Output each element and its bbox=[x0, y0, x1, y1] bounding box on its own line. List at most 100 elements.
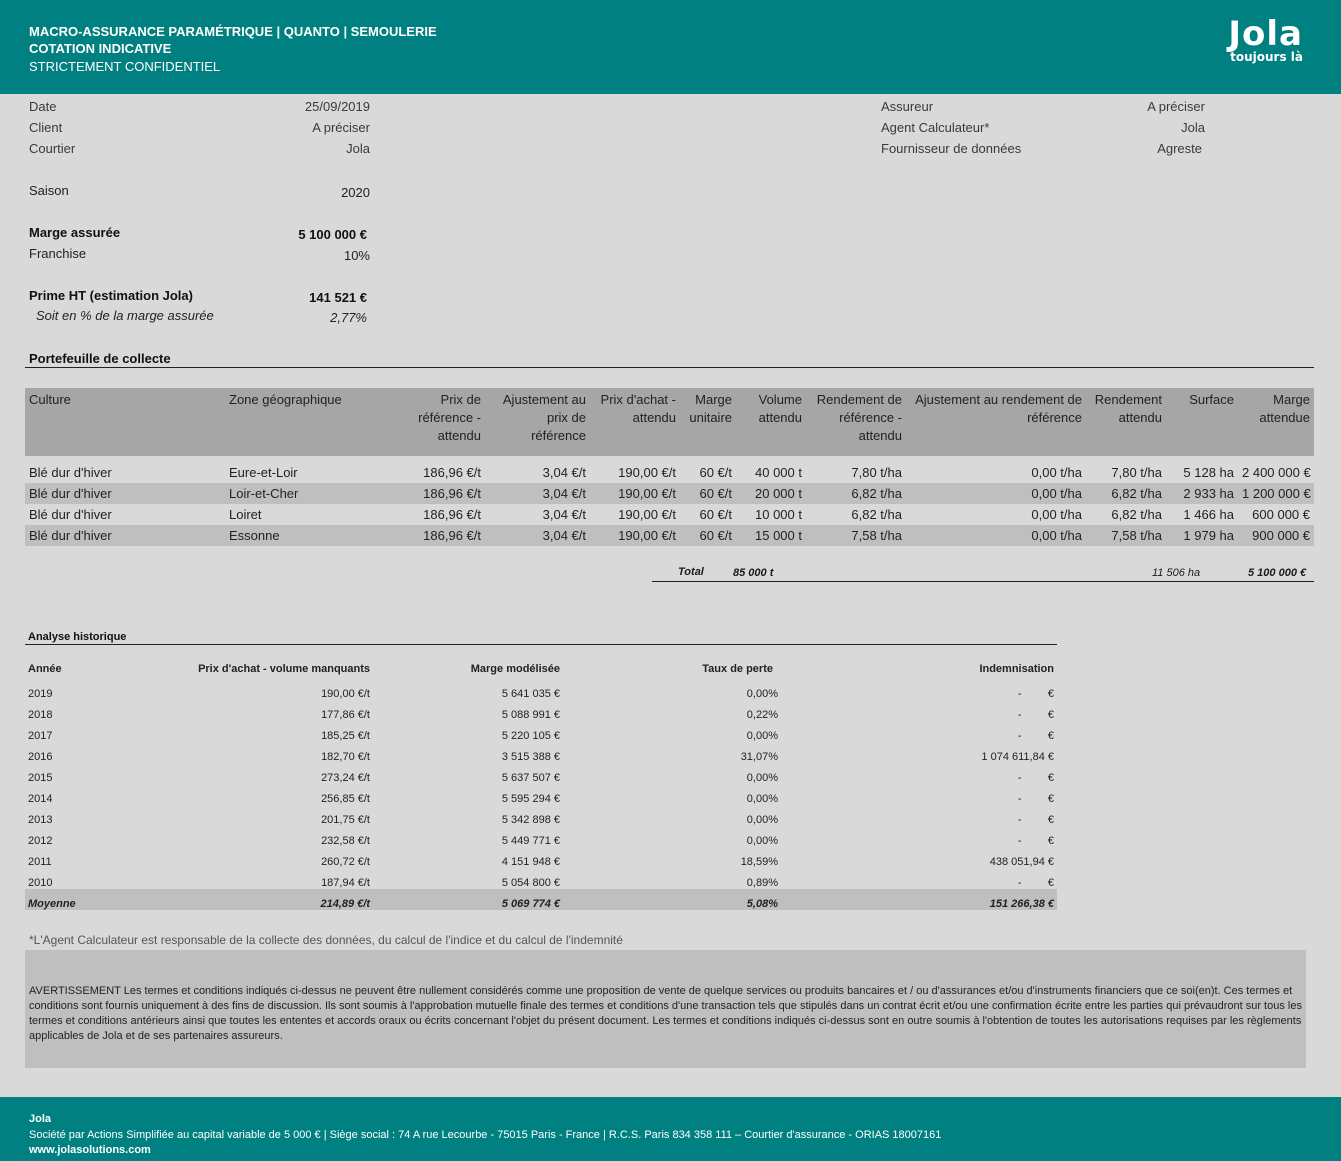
col-indemnisation: Indemnisation bbox=[979, 663, 1054, 675]
cell-indemnisation: 1 074 611,84 € bbox=[781, 742, 1057, 763]
indemnisation-value: - bbox=[1017, 835, 1022, 847]
col-marge-unitaire: Marge unitaire bbox=[680, 388, 736, 456]
cell-prix: 185,25 €/t bbox=[321, 730, 370, 742]
table-row: 2011 260,72 €/t 4 151 948 € 18,59% 438 051,9… bbox=[25, 847, 1057, 868]
currency: € bbox=[1047, 793, 1054, 805]
cell-rendement-attendu: 6,82 t/ha bbox=[1086, 483, 1166, 504]
col-marge-attendue: Marge attendue bbox=[1238, 388, 1314, 456]
cell-taux: 0,00% bbox=[746, 730, 778, 742]
total-rule bbox=[652, 581, 1314, 582]
date-value: 25/09/2019 bbox=[304, 99, 370, 114]
cell-marge-unitaire: 60 €/t bbox=[680, 504, 736, 525]
cell-prix-reference: 186,96 €/t bbox=[385, 462, 485, 483]
cell-volume: 15 000 t bbox=[736, 525, 806, 546]
cell-taux: 0,00% bbox=[746, 688, 778, 700]
portfolio-title: Portefeuille de collecte bbox=[29, 351, 171, 366]
indemnisation-value: - bbox=[1017, 730, 1022, 742]
prime-pct-value: 2,77% bbox=[330, 310, 367, 325]
cell-marge: 5 449 771 € bbox=[501, 835, 560, 847]
indemnisation-value: - bbox=[1017, 877, 1022, 889]
cell-marge-attendue: 1 200 000 € bbox=[1238, 483, 1314, 504]
footer-legal: Société par Actions Simplifiée au capita… bbox=[29, 1129, 942, 1141]
currency: € bbox=[1047, 877, 1054, 889]
cell-taux: 0,00% bbox=[746, 772, 778, 784]
cell-prix: 201,75 €/t bbox=[321, 814, 370, 826]
fournisseur-value: Agreste bbox=[1157, 141, 1202, 156]
indemnisation-value: - bbox=[1017, 709, 1022, 721]
cell-zone: Essonne bbox=[225, 525, 385, 546]
cell-annee: 2019 bbox=[28, 688, 53, 700]
cell-taux: 18,59% bbox=[740, 856, 778, 868]
courtier-label: Courtier bbox=[29, 141, 76, 156]
col-surface: Surface bbox=[1166, 388, 1238, 456]
cell-culture: Blé dur d'hiver bbox=[25, 504, 225, 525]
table-row: 2014 256,85 €/t 5 595 294 €0,00% - € bbox=[25, 784, 1057, 805]
cell-annee: 2010 bbox=[28, 877, 53, 889]
footer-website-link[interactable]: www.jolasolutions.com bbox=[29, 1144, 151, 1156]
cell-annee: 2012 bbox=[28, 835, 53, 847]
document-subtitle: COTATION INDICATIVE bbox=[29, 41, 172, 56]
total-surface: 11 506 ha bbox=[1152, 567, 1201, 579]
cell-taux: 0,00% bbox=[746, 835, 778, 847]
confidentiality-note: STRICTEMENT CONFIDENTIEL bbox=[29, 59, 221, 74]
cell-zone: Loiret bbox=[225, 504, 385, 525]
cell-prix: 182,70 €/t bbox=[321, 751, 370, 763]
footer-company: Jola bbox=[29, 1113, 52, 1125]
cell-ajustement-prix: 3,04 €/t bbox=[485, 525, 590, 546]
cell-marge: 5 220 105 € bbox=[501, 730, 560, 742]
table-row: 2016 182,70 €/t 3 515 388 € 31,07% 1 074 611… bbox=[25, 742, 1057, 763]
cell-indemnisation: - € bbox=[781, 679, 1057, 700]
prime-pct-label: Soit en % de la marge assurée bbox=[36, 308, 214, 323]
cell-marge-unitaire: 60 €/t bbox=[680, 525, 736, 546]
cell-ajustement-rendement: 0,00 t/ha bbox=[906, 462, 1086, 483]
avg-marge: 5 069 774 € bbox=[373, 889, 563, 910]
col-ajustement-rendement: Ajustement au rendement de référence bbox=[906, 388, 1086, 456]
table-row: 2019 190,00 €/t 5 641 035 €0,00% - € bbox=[25, 679, 1057, 700]
cell-volume: 10 000 t bbox=[736, 504, 806, 525]
col-zone: Zone géographique bbox=[225, 388, 385, 456]
prime-label: Prime HT (estimation Jola) bbox=[29, 288, 193, 303]
cell-prix: 177,86 €/t bbox=[321, 709, 370, 721]
cell-prix-achat: 190,00 €/t bbox=[590, 504, 680, 525]
fournisseur-label: Fournisseur de données bbox=[881, 141, 1022, 156]
client-value: A préciser bbox=[312, 120, 370, 135]
warning-text: AVERTISSEMENT Les termes et conditions i… bbox=[29, 985, 1302, 1042]
portfolio-header-row: Culture Zone géographique Prix de référe… bbox=[25, 388, 1314, 456]
table-row: 2010 187,94 €/t 5 054 800 €0,89% - € bbox=[25, 868, 1057, 889]
cell-culture: Blé dur d'hiver bbox=[25, 462, 225, 483]
cell-marge: 5 342 898 € bbox=[501, 814, 560, 826]
cell-annee: 2014 bbox=[28, 793, 53, 805]
portfolio-rule bbox=[25, 367, 1314, 368]
agent-value: Jola bbox=[1181, 120, 1205, 135]
cell-prix-achat: 190,00 €/t bbox=[590, 462, 680, 483]
col-culture: Culture bbox=[25, 388, 225, 456]
table-row: 2015 273,24 €/t 5 637 507 €0,00% - € bbox=[25, 763, 1057, 784]
cell-annee: 2011 bbox=[28, 856, 52, 868]
cell-marge: 3 515 388 € bbox=[501, 751, 560, 763]
col-volume: Volume attendu bbox=[736, 388, 806, 456]
cell-taux: 31,07% bbox=[740, 751, 778, 763]
cell-rendement-attendu: 7,58 t/ha bbox=[1086, 525, 1166, 546]
cell-marge-attendue: 600 000 € bbox=[1238, 504, 1314, 525]
currency: € bbox=[1047, 688, 1054, 700]
date-label: Date bbox=[29, 99, 57, 114]
indemnisation-value: 1 074 611,84 € bbox=[981, 751, 1054, 763]
cell-taux: 0,22% bbox=[746, 709, 778, 721]
cell-indemnisation: - € bbox=[781, 805, 1057, 826]
cell-rendement-attendu: 7,80 t/ha bbox=[1086, 462, 1166, 483]
saison-value: 2020 bbox=[341, 185, 370, 200]
indemnisation-value: - bbox=[1017, 772, 1022, 784]
col-taux-perte: Taux de perte bbox=[563, 645, 781, 679]
cell-annee: 2018 bbox=[28, 709, 53, 721]
currency: € bbox=[1047, 730, 1054, 742]
prime-value: 141 521 € bbox=[309, 290, 367, 305]
indemnisation-value: - bbox=[1017, 814, 1022, 826]
cell-marge: 5 595 294 € bbox=[501, 793, 560, 805]
currency: € bbox=[1047, 709, 1054, 721]
table-row: Blé dur d'hiver Essonne 186,96 €/t 3,04 … bbox=[25, 525, 1314, 546]
indemnisation-value: 438 051,94 € bbox=[989, 856, 1054, 868]
cell-indemnisation: - € bbox=[781, 784, 1057, 805]
cell-marge: 5 088 991 € bbox=[501, 709, 560, 721]
currency: € bbox=[1047, 814, 1054, 826]
cell-indemnisation: - € bbox=[781, 721, 1057, 742]
